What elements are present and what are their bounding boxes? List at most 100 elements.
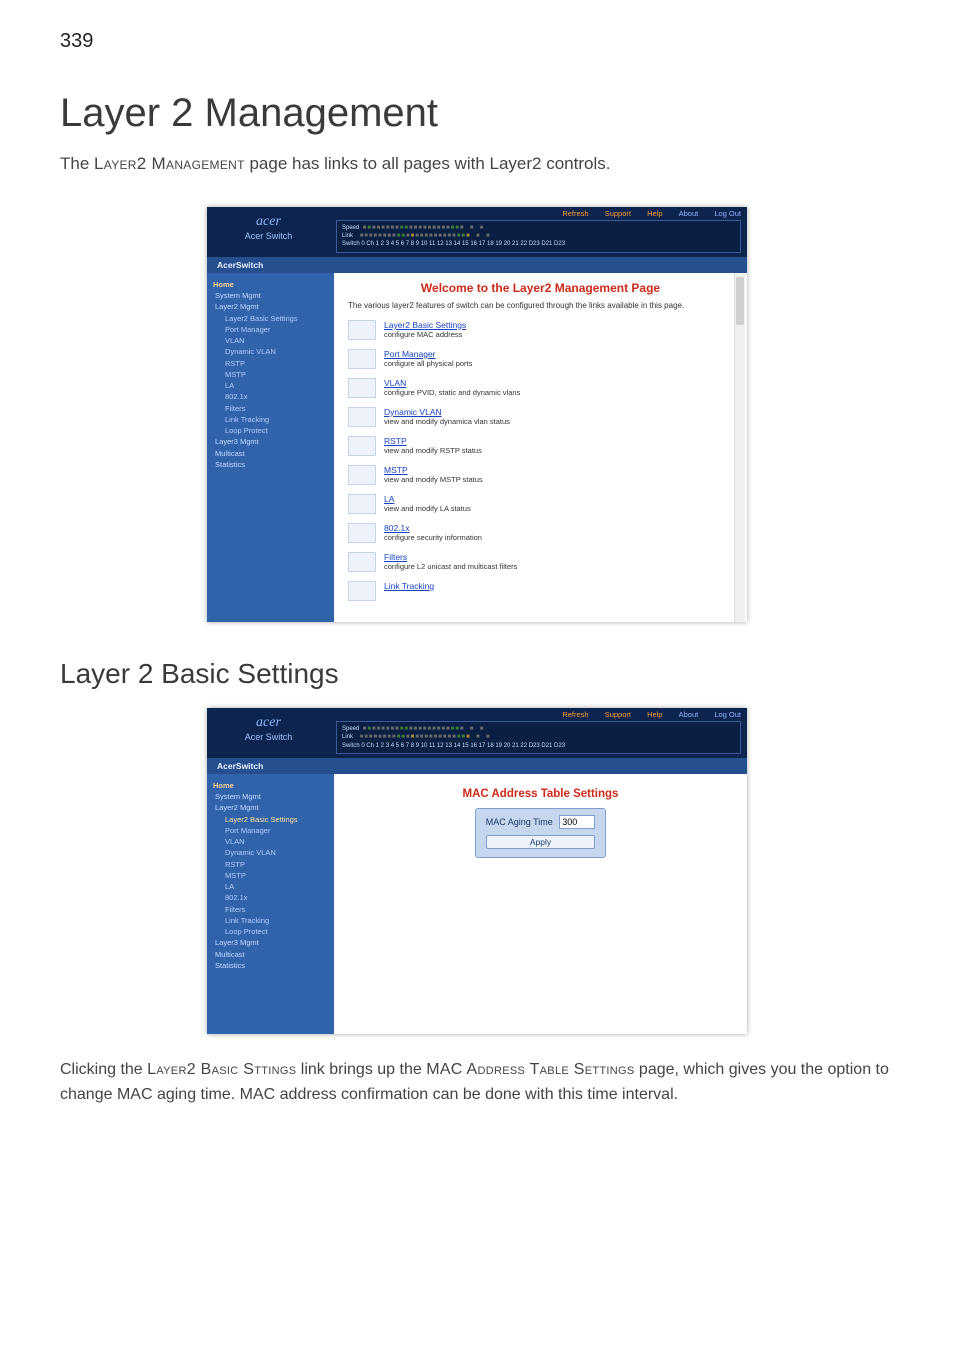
nav-item[interactable]: LA bbox=[225, 881, 328, 892]
l2-link-row: Layer2 Basic Settingsconfigure MAC addre… bbox=[348, 320, 733, 340]
link-support[interactable]: Support bbox=[605, 710, 631, 719]
feature-link[interactable]: Filters bbox=[384, 552, 517, 562]
feature-link[interactable]: Layer2 Basic Settings bbox=[384, 320, 466, 330]
switch-logo-block: acer Acer Switch bbox=[207, 708, 330, 758]
l2-link-list: Layer2 Basic Settingsconfigure MAC addre… bbox=[348, 320, 733, 601]
l2-link-row: VLANconfigure PVID, static and dynamic v… bbox=[348, 378, 733, 398]
nav-item[interactable]: Port Manager bbox=[225, 324, 328, 335]
nav-item[interactable]: Loop Protect bbox=[225, 926, 328, 937]
l2-link-row: Link Tracking bbox=[348, 581, 733, 601]
brand-subtitle: Acer Switch bbox=[211, 231, 326, 241]
nav-item[interactable]: Layer3 Mgmt bbox=[215, 436, 328, 447]
content-area: Welcome to the Layer2 Management Page Th… bbox=[334, 273, 747, 622]
link-refresh[interactable]: Refresh bbox=[562, 710, 588, 719]
nav-item[interactable]: Filters bbox=[225, 904, 328, 915]
tab-acerswitch[interactable]: AcerSwitch bbox=[217, 260, 263, 270]
brand-subtitle: Acer Switch bbox=[211, 732, 326, 742]
nav-item[interactable]: 802.1x bbox=[225, 391, 328, 402]
feature-link[interactable]: Dynamic VLAN bbox=[384, 407, 510, 417]
page-number: 339 bbox=[60, 30, 894, 53]
nav-item[interactable]: MSTP bbox=[225, 870, 328, 881]
feature-desc: configure PVID, static and dynamic vlans bbox=[384, 388, 520, 397]
mac-aging-input[interactable] bbox=[559, 815, 595, 829]
nav-item[interactable]: Dynamic VLAN bbox=[225, 346, 328, 357]
nav-item[interactable]: Layer2 Basic Settings bbox=[225, 814, 328, 825]
nav-item[interactable]: Statistics bbox=[215, 459, 328, 470]
nav-item[interactable]: Link Tracking bbox=[225, 414, 328, 425]
port-status-panel: Speed ■■■■■■■■■■■■■■■■■■■■■■ ■ ■ Link ■■… bbox=[336, 220, 741, 253]
heading-layer2-mgmt: Layer 2 Management bbox=[60, 91, 894, 136]
feature-link[interactable]: 802.1x bbox=[384, 523, 482, 533]
link-help[interactable]: Help bbox=[647, 209, 662, 218]
link-support[interactable]: Support bbox=[605, 209, 631, 218]
nav-item[interactable]: VLAN bbox=[225, 836, 328, 847]
welcome-intro: The various layer2 features of switch ca… bbox=[348, 301, 733, 310]
nav-item[interactable]: System Mgmt bbox=[215, 290, 328, 301]
l2-link-row: MSTPview and modify MSTP status bbox=[348, 465, 733, 485]
brand-logo: acer bbox=[211, 215, 326, 229]
feature-icon bbox=[348, 581, 376, 601]
side-nav: HomeSystem MgmtLayer2 MgmtLayer2 Basic S… bbox=[207, 774, 334, 1034]
port-link-label: Link bbox=[342, 233, 353, 239]
side-nav: HomeSystem MgmtLayer2 MgmtLayer2 Basic S… bbox=[207, 273, 334, 622]
nav-item[interactable]: Home bbox=[213, 780, 328, 791]
scrollbar-thumb[interactable] bbox=[736, 277, 744, 325]
feature-desc: view and modify LA status bbox=[384, 504, 471, 513]
nav-item[interactable]: RSTP bbox=[225, 358, 328, 369]
feature-icon bbox=[348, 494, 376, 514]
l2-link-row: Dynamic VLANview and modify dynamica vla… bbox=[348, 407, 733, 427]
nav-item[interactable]: Layer2 Mgmt bbox=[215, 301, 328, 312]
link-about[interactable]: About bbox=[679, 710, 699, 719]
nav-item[interactable]: MSTP bbox=[225, 369, 328, 380]
feature-link[interactable]: Port Manager bbox=[384, 349, 472, 359]
nav-item[interactable]: Filters bbox=[225, 403, 328, 414]
header-links: Refresh Support Help About Log Out bbox=[336, 710, 741, 719]
nav-item[interactable]: Link Tracking bbox=[225, 915, 328, 926]
apply-button[interactable]: Apply bbox=[486, 835, 596, 849]
link-about[interactable]: About bbox=[679, 209, 699, 218]
nav-item[interactable]: Dynamic VLAN bbox=[225, 847, 328, 858]
nav-item[interactable]: Loop Protect bbox=[225, 425, 328, 436]
tab-acerswitch[interactable]: AcerSwitch bbox=[217, 761, 263, 771]
feature-link[interactable]: RSTP bbox=[384, 436, 482, 446]
b2-part2: link brings up the bbox=[296, 1061, 426, 1078]
feature-link[interactable]: MSTP bbox=[384, 465, 483, 475]
feature-icon bbox=[348, 378, 376, 398]
nav-item[interactable]: Statistics bbox=[215, 960, 328, 971]
feature-link[interactable]: Link Tracking bbox=[384, 581, 434, 591]
nav-item[interactable]: VLAN bbox=[225, 335, 328, 346]
feature-desc: view and modify RSTP status bbox=[384, 446, 482, 455]
feature-icon bbox=[348, 349, 376, 369]
nav-item[interactable]: System Mgmt bbox=[215, 791, 328, 802]
nav-item[interactable]: Multicast bbox=[215, 448, 328, 459]
nav-item[interactable]: Multicast bbox=[215, 949, 328, 960]
nav-item[interactable]: Port Manager bbox=[225, 825, 328, 836]
nav-item[interactable]: RSTP bbox=[225, 859, 328, 870]
tab-bar: AcerSwitch bbox=[207, 758, 747, 774]
b2-sc1: Layer2 Basic Sttings bbox=[147, 1061, 296, 1078]
feature-desc: view and modify dynamica vlan status bbox=[384, 417, 510, 426]
link-logout[interactable]: Log Out bbox=[714, 710, 741, 719]
link-logout[interactable]: Log Out bbox=[714, 209, 741, 218]
link-refresh[interactable]: Refresh bbox=[562, 209, 588, 218]
port-link-label: Link bbox=[342, 734, 353, 740]
l2-link-row: Port Managerconfigure all physical ports bbox=[348, 349, 733, 369]
nav-item[interactable]: 802.1x bbox=[225, 892, 328, 903]
nav-item[interactable]: Home bbox=[213, 279, 328, 290]
screenshot-mac-settings: acer Acer Switch Refresh Support Help Ab… bbox=[60, 708, 894, 1034]
b2-part1: Clicking the bbox=[60, 1061, 147, 1078]
nav-item[interactable]: Layer2 Mgmt bbox=[215, 802, 328, 813]
content-area: MAC Address Table Settings MAC Aging Tim… bbox=[334, 774, 747, 1034]
feature-desc: configure all physical ports bbox=[384, 359, 472, 368]
scrollbar[interactable] bbox=[734, 273, 745, 622]
link-help[interactable]: Help bbox=[647, 710, 662, 719]
nav-item[interactable]: Layer2 Basic Settings bbox=[225, 313, 328, 324]
feature-link[interactable]: VLAN bbox=[384, 378, 520, 388]
port-status-panel: Speed ■■■■■■■■■■■■■■■■■■■■■■ ■ ■ Link ■■… bbox=[336, 721, 741, 754]
lead-paragraph: The Layer2 Management page has links to … bbox=[60, 152, 894, 177]
feature-icon bbox=[348, 436, 376, 456]
nav-item[interactable]: Layer3 Mgmt bbox=[215, 937, 328, 948]
feature-link[interactable]: LA bbox=[384, 494, 471, 504]
nav-item[interactable]: LA bbox=[225, 380, 328, 391]
mac-aging-label: MAC Aging Time bbox=[486, 817, 553, 827]
